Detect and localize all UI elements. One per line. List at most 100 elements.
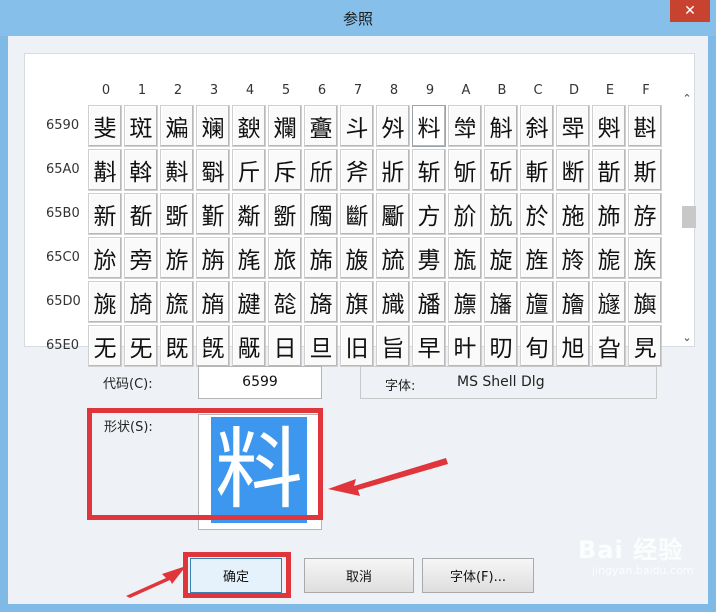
character-cell[interactable]: 旔 [232, 281, 266, 323]
character-cell[interactable]: 斵 [268, 193, 302, 235]
character-cell[interactable]: 斔 [232, 105, 266, 147]
character-cell[interactable]: 旞 [592, 281, 626, 323]
character-cell[interactable]: 斕 [268, 105, 302, 147]
character-cell[interactable]: 旤 [232, 325, 266, 367]
character-cell[interactable]: 旃 [196, 237, 230, 279]
character-cell[interactable]: 斠 [88, 149, 122, 191]
character-cell[interactable]: 斘 [376, 105, 410, 147]
character-cell[interactable]: 旌 [520, 237, 554, 279]
character-cell[interactable]: 旆 [304, 237, 338, 279]
character-cell[interactable]: 旈 [376, 237, 410, 279]
character-cell[interactable]: 斷 [340, 193, 374, 235]
character-cell[interactable]: 旋 [484, 237, 518, 279]
character-cell[interactable]: 施 [556, 193, 590, 235]
character-cell[interactable]: 斪 [448, 149, 482, 191]
character-cell[interactable]: 斗 [340, 105, 374, 147]
character-cell[interactable]: 斩 [412, 149, 446, 191]
character-cell[interactable]: 於 [520, 193, 554, 235]
character-cell[interactable]: 旬 [520, 325, 554, 367]
character-cell[interactable]: 旀 [88, 237, 122, 279]
character-cell[interactable]: 斞 [592, 105, 626, 147]
font-button[interactable]: 字体(F)... [422, 558, 534, 593]
character-cell[interactable]: 断 [556, 149, 590, 191]
character-cell[interactable]: 旐 [88, 281, 122, 323]
scrollbar-thumb[interactable] [682, 206, 696, 228]
character-cell[interactable]: 斺 [448, 193, 482, 235]
ok-button[interactable]: 确定 [190, 558, 282, 593]
character-cell[interactable]: 族 [628, 237, 662, 279]
character-cell[interactable]: 斟 [628, 105, 662, 147]
character-cell[interactable]: 斸 [376, 193, 410, 235]
character-cell[interactable]: 斚 [448, 105, 482, 147]
character-cell[interactable]: 斜 [520, 105, 554, 147]
character-cell[interactable]: 旕 [268, 281, 302, 323]
character-cell[interactable]: 旎 [592, 237, 626, 279]
character-cell[interactable]: 旝 [556, 281, 590, 323]
character-cell[interactable]: 日 [268, 325, 302, 367]
character-cell[interactable]: 旣 [196, 325, 230, 367]
cancel-button[interactable]: 取消 [304, 558, 414, 593]
character-cell[interactable]: 斧 [340, 149, 374, 191]
character-cell[interactable]: 旂 [160, 237, 194, 279]
character-cell[interactable]: 斑 [124, 105, 158, 147]
character-cell[interactable]: 斝 [556, 105, 590, 147]
character-cell[interactable]: 无 [88, 325, 122, 367]
character-cell[interactable]: 斐 [88, 105, 122, 147]
character-cell[interactable]: 旫 [484, 325, 518, 367]
character-cell[interactable]: 既 [160, 325, 194, 367]
character-cell[interactable]: 旍 [556, 237, 590, 279]
character-cell[interactable]: 斳 [196, 193, 230, 235]
character-cell[interactable]: 旜 [520, 281, 554, 323]
character-cell[interactable]: 旪 [448, 325, 482, 367]
character-cell[interactable]: 斱 [124, 193, 158, 235]
scroll-down-icon[interactable]: ⌄ [680, 331, 694, 345]
character-cell[interactable]: 旉 [412, 237, 446, 279]
character-cell[interactable]: 旖 [304, 281, 338, 323]
character-cell[interactable]: 旛 [484, 281, 518, 323]
character-cell[interactable]: 早 [412, 325, 446, 367]
character-cell[interactable]: 旗 [340, 281, 374, 323]
character-cell[interactable]: 斥 [268, 149, 302, 191]
character-cell[interactable]: 旇 [340, 237, 374, 279]
character-cell[interactable]: 斣 [196, 149, 230, 191]
character-cell[interactable]: 旚 [448, 281, 482, 323]
character-cell[interactable]: 斖 [304, 105, 338, 147]
character-cell[interactable]: 斫 [484, 149, 518, 191]
character-cell[interactable]: 旮 [592, 325, 626, 367]
character-cell[interactable]: 旡 [124, 325, 158, 367]
character-cell[interactable]: 旊 [448, 237, 482, 279]
character-cell[interactable]: 斛 [484, 105, 518, 147]
character-cell[interactable]: 斯 [628, 149, 662, 191]
character-cell[interactable]: 旓 [196, 281, 230, 323]
character-cell[interactable]: 旒 [160, 281, 194, 323]
close-icon[interactable]: ✕ [670, 0, 710, 22]
character-cell[interactable]: 斮 [592, 149, 626, 191]
character-cell[interactable]: 新 [88, 193, 122, 235]
character-cell[interactable]: 旨 [376, 325, 410, 367]
character-cell[interactable]: 斨 [376, 149, 410, 191]
character-cell[interactable]: 旘 [376, 281, 410, 323]
character-cell[interactable]: 斲 [160, 193, 194, 235]
character-cell[interactable]: 旭 [556, 325, 590, 367]
character-cell[interactable]: 旁 [124, 237, 158, 279]
character-cell[interactable]: 斬 [520, 149, 554, 191]
character-cell[interactable]: 旅 [268, 237, 302, 279]
character-cell[interactable]: 料 [412, 105, 446, 147]
character-cell[interactable]: 旦 [304, 325, 338, 367]
character-cell[interactable]: 斾 [592, 193, 626, 235]
character-cell[interactable]: 斿 [628, 193, 662, 235]
character-cell[interactable]: 旙 [412, 281, 446, 323]
character-cell[interactable]: 斦 [304, 149, 338, 191]
title-bar[interactable]: 参照 ✕ [0, 0, 716, 36]
character-cell[interactable]: 斒 [160, 105, 194, 147]
character-cell[interactable]: 斡 [124, 149, 158, 191]
code-input[interactable]: 6599 [198, 366, 322, 399]
character-cell[interactable]: 斻 [484, 193, 518, 235]
scroll-up-icon[interactable]: ⌃ [680, 92, 694, 106]
character-cell[interactable]: 斤 [232, 149, 266, 191]
character-cell[interactable]: 旑 [124, 281, 158, 323]
character-cell[interactable]: 方 [412, 193, 446, 235]
character-cell[interactable]: 斶 [304, 193, 338, 235]
character-cell[interactable]: 斓 [196, 105, 230, 147]
character-cell[interactable]: 旯 [628, 325, 662, 367]
